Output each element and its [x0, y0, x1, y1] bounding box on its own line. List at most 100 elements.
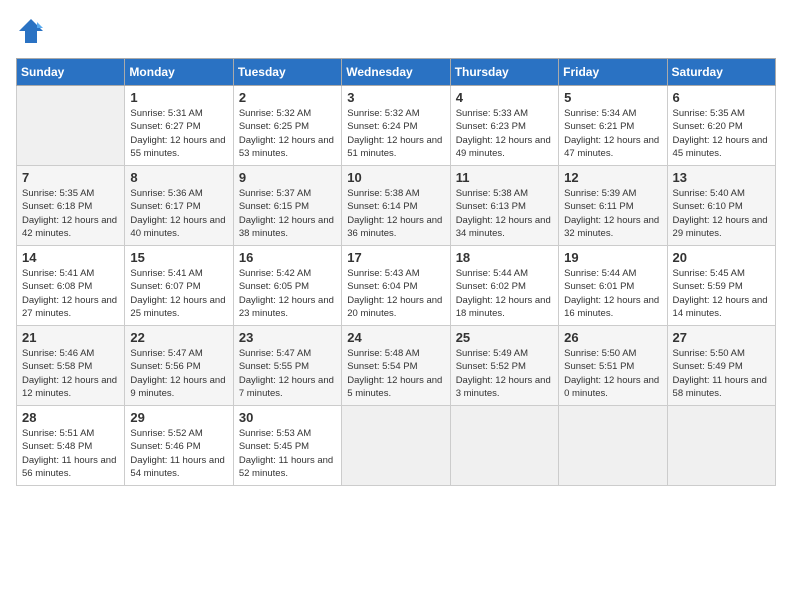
sunrise-label: Sunrise: 5:35 AM — [673, 108, 745, 119]
daylight-label: Daylight: 12 hours and 5 minutes. — [347, 375, 442, 399]
sunrise-label: Sunrise: 5:44 AM — [456, 268, 528, 279]
calendar-cell: 25 Sunrise: 5:49 AM Sunset: 5:52 PM Dayl… — [450, 326, 558, 406]
sunset-label: Sunset: 5:52 PM — [456, 361, 526, 372]
day-number: 28 — [22, 410, 119, 425]
sunrise-label: Sunrise: 5:45 AM — [673, 268, 745, 279]
day-info: Sunrise: 5:41 AM Sunset: 6:07 PM Dayligh… — [130, 267, 227, 320]
sunset-label: Sunset: 6:01 PM — [564, 281, 634, 292]
sunrise-label: Sunrise: 5:32 AM — [347, 108, 419, 119]
sunset-label: Sunset: 5:59 PM — [673, 281, 743, 292]
daylight-label: Daylight: 12 hours and 7 minutes. — [239, 375, 334, 399]
sunrise-label: Sunrise: 5:47 AM — [130, 348, 202, 359]
day-info: Sunrise: 5:31 AM Sunset: 6:27 PM Dayligh… — [130, 107, 227, 160]
day-number: 22 — [130, 330, 227, 345]
day-info: Sunrise: 5:35 AM Sunset: 6:20 PM Dayligh… — [673, 107, 770, 160]
day-info: Sunrise: 5:50 AM Sunset: 5:51 PM Dayligh… — [564, 347, 661, 400]
weekday-header-monday: Monday — [125, 59, 233, 86]
daylight-label: Daylight: 12 hours and 55 minutes. — [130, 135, 225, 159]
sunset-label: Sunset: 5:46 PM — [130, 441, 200, 452]
day-number: 27 — [673, 330, 770, 345]
week-row-3: 14 Sunrise: 5:41 AM Sunset: 6:08 PM Dayl… — [17, 246, 776, 326]
day-number: 26 — [564, 330, 661, 345]
day-info: Sunrise: 5:36 AM Sunset: 6:17 PM Dayligh… — [130, 187, 227, 240]
day-info: Sunrise: 5:32 AM Sunset: 6:25 PM Dayligh… — [239, 107, 336, 160]
daylight-label: Daylight: 12 hours and 14 minutes. — [673, 295, 768, 319]
sunset-label: Sunset: 6:05 PM — [239, 281, 309, 292]
calendar-cell — [559, 406, 667, 486]
daylight-label: Daylight: 12 hours and 23 minutes. — [239, 295, 334, 319]
sunset-label: Sunset: 6:04 PM — [347, 281, 417, 292]
day-number: 17 — [347, 250, 444, 265]
day-number: 8 — [130, 170, 227, 185]
day-info: Sunrise: 5:49 AM Sunset: 5:52 PM Dayligh… — [456, 347, 553, 400]
daylight-label: Daylight: 12 hours and 49 minutes. — [456, 135, 551, 159]
weekday-header-sunday: Sunday — [17, 59, 125, 86]
sunrise-label: Sunrise: 5:47 AM — [239, 348, 311, 359]
sunrise-label: Sunrise: 5:32 AM — [239, 108, 311, 119]
calendar-cell: 27 Sunrise: 5:50 AM Sunset: 5:49 PM Dayl… — [667, 326, 775, 406]
day-number: 2 — [239, 90, 336, 105]
day-number: 21 — [22, 330, 119, 345]
weekday-header-friday: Friday — [559, 59, 667, 86]
calendar-cell: 13 Sunrise: 5:40 AM Sunset: 6:10 PM Dayl… — [667, 166, 775, 246]
day-number: 13 — [673, 170, 770, 185]
day-number: 30 — [239, 410, 336, 425]
calendar-cell: 5 Sunrise: 5:34 AM Sunset: 6:21 PM Dayli… — [559, 86, 667, 166]
calendar-cell: 19 Sunrise: 5:44 AM Sunset: 6:01 PM Dayl… — [559, 246, 667, 326]
day-number: 11 — [456, 170, 553, 185]
calendar-cell — [342, 406, 450, 486]
day-number: 23 — [239, 330, 336, 345]
calendar-cell: 15 Sunrise: 5:41 AM Sunset: 6:07 PM Dayl… — [125, 246, 233, 326]
sunset-label: Sunset: 6:20 PM — [673, 121, 743, 132]
calendar-cell: 28 Sunrise: 5:51 AM Sunset: 5:48 PM Dayl… — [17, 406, 125, 486]
week-row-2: 7 Sunrise: 5:35 AM Sunset: 6:18 PM Dayli… — [17, 166, 776, 246]
day-info: Sunrise: 5:50 AM Sunset: 5:49 PM Dayligh… — [673, 347, 770, 400]
day-info: Sunrise: 5:38 AM Sunset: 6:13 PM Dayligh… — [456, 187, 553, 240]
logo-icon — [16, 16, 46, 46]
day-info: Sunrise: 5:46 AM Sunset: 5:58 PM Dayligh… — [22, 347, 119, 400]
day-number: 3 — [347, 90, 444, 105]
calendar-cell: 24 Sunrise: 5:48 AM Sunset: 5:54 PM Dayl… — [342, 326, 450, 406]
sunrise-label: Sunrise: 5:43 AM — [347, 268, 419, 279]
daylight-label: Daylight: 12 hours and 34 minutes. — [456, 215, 551, 239]
sunrise-label: Sunrise: 5:38 AM — [456, 188, 528, 199]
day-number: 9 — [239, 170, 336, 185]
sunset-label: Sunset: 6:24 PM — [347, 121, 417, 132]
daylight-label: Daylight: 12 hours and 45 minutes. — [673, 135, 768, 159]
day-number: 10 — [347, 170, 444, 185]
sunset-label: Sunset: 5:51 PM — [564, 361, 634, 372]
sunrise-label: Sunrise: 5:40 AM — [673, 188, 745, 199]
day-number: 20 — [673, 250, 770, 265]
daylight-label: Daylight: 11 hours and 56 minutes. — [22, 455, 116, 479]
daylight-label: Daylight: 12 hours and 47 minutes. — [564, 135, 659, 159]
sunset-label: Sunset: 6:21 PM — [564, 121, 634, 132]
calendar-cell: 1 Sunrise: 5:31 AM Sunset: 6:27 PM Dayli… — [125, 86, 233, 166]
weekday-header-saturday: Saturday — [667, 59, 775, 86]
sunrise-label: Sunrise: 5:39 AM — [564, 188, 636, 199]
calendar-cell: 8 Sunrise: 5:36 AM Sunset: 6:17 PM Dayli… — [125, 166, 233, 246]
calendar-cell: 3 Sunrise: 5:32 AM Sunset: 6:24 PM Dayli… — [342, 86, 450, 166]
calendar-cell: 20 Sunrise: 5:45 AM Sunset: 5:59 PM Dayl… — [667, 246, 775, 326]
sunset-label: Sunset: 6:13 PM — [456, 201, 526, 212]
daylight-label: Daylight: 12 hours and 53 minutes. — [239, 135, 334, 159]
sunset-label: Sunset: 5:55 PM — [239, 361, 309, 372]
day-number: 29 — [130, 410, 227, 425]
sunset-label: Sunset: 5:54 PM — [347, 361, 417, 372]
daylight-label: Daylight: 12 hours and 51 minutes. — [347, 135, 442, 159]
calendar-cell: 23 Sunrise: 5:47 AM Sunset: 5:55 PM Dayl… — [233, 326, 341, 406]
calendar-cell: 9 Sunrise: 5:37 AM Sunset: 6:15 PM Dayli… — [233, 166, 341, 246]
weekday-header-thursday: Thursday — [450, 59, 558, 86]
daylight-label: Daylight: 12 hours and 3 minutes. — [456, 375, 551, 399]
calendar-cell: 18 Sunrise: 5:44 AM Sunset: 6:02 PM Dayl… — [450, 246, 558, 326]
daylight-label: Daylight: 12 hours and 27 minutes. — [22, 295, 117, 319]
day-number: 19 — [564, 250, 661, 265]
calendar-cell: 21 Sunrise: 5:46 AM Sunset: 5:58 PM Dayl… — [17, 326, 125, 406]
calendar-cell: 10 Sunrise: 5:38 AM Sunset: 6:14 PM Dayl… — [342, 166, 450, 246]
sunrise-label: Sunrise: 5:36 AM — [130, 188, 202, 199]
sunset-label: Sunset: 6:18 PM — [22, 201, 92, 212]
calendar-cell: 26 Sunrise: 5:50 AM Sunset: 5:51 PM Dayl… — [559, 326, 667, 406]
daylight-label: Daylight: 12 hours and 36 minutes. — [347, 215, 442, 239]
sunset-label: Sunset: 6:15 PM — [239, 201, 309, 212]
day-info: Sunrise: 5:47 AM Sunset: 5:55 PM Dayligh… — [239, 347, 336, 400]
calendar-cell: 16 Sunrise: 5:42 AM Sunset: 6:05 PM Dayl… — [233, 246, 341, 326]
